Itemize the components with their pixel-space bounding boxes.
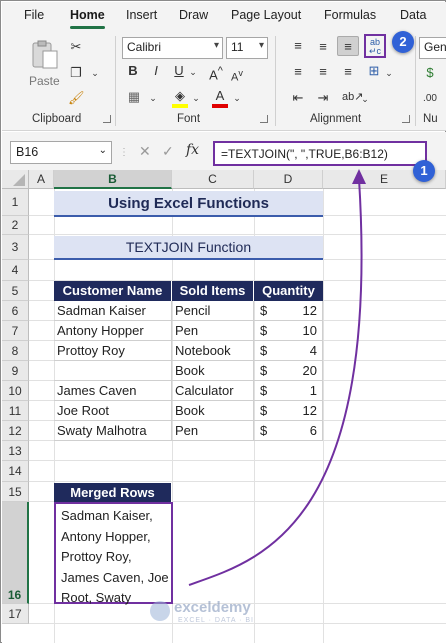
callout-badge-2: 2	[392, 31, 414, 53]
excel-window: File Home Insert Draw Page Layout Formul…	[0, 0, 446, 643]
annotation-arrow	[188, 169, 366, 586]
callout-badge-1: 1	[413, 160, 435, 182]
